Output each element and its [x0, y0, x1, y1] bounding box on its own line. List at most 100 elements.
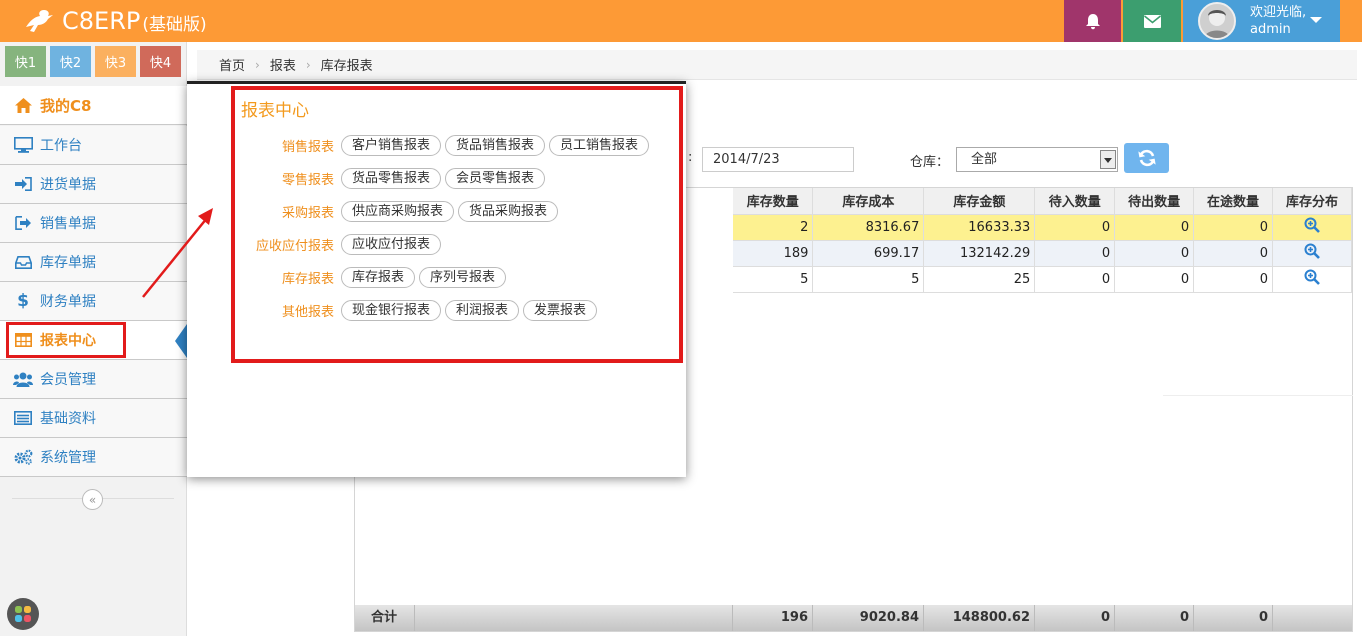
report-link[interactable]: 员工销售报表 [549, 134, 650, 156]
report-link[interactable]: 库存报表 [341, 266, 416, 288]
sidebar-item-finance-docs[interactable]: $ 财务单据 [0, 282, 187, 321]
report-link[interactable]: 客户销售报表 [341, 134, 442, 156]
brand-edition: (基础版) [142, 15, 207, 35]
brand-name: C8ERP [62, 7, 141, 35]
cell-qty: 189 [733, 240, 814, 267]
cell-amount: 132142.29 [923, 240, 1036, 267]
desktop-icon [12, 136, 34, 154]
cell-amount: 16633.33 [923, 214, 1036, 241]
report-link[interactable]: 现金银行报表 [341, 299, 442, 321]
quick-button-4[interactable]: 快4 [140, 46, 181, 77]
logo[interactable]: C8ERP (基础版) [22, 4, 207, 38]
report-link[interactable]: 利润报表 [445, 299, 520, 321]
sidebar-item-label: 进货单据 [40, 177, 96, 193]
cell-qty: 5 [733, 266, 814, 293]
table-row[interactable]: 189 699.17 132142.29 0 0 0 [733, 240, 1352, 267]
cogs-icon [12, 448, 34, 466]
zoom-in-icon[interactable] [1304, 217, 1320, 233]
sidebar-item-purchase-docs[interactable]: 进货单据 [0, 165, 187, 204]
apps-grid-icon [15, 606, 31, 622]
users-icon [12, 370, 34, 388]
report-group-sales: 销售报表 客户销售报表 货品销售报表 员工销售报表 [235, 134, 650, 156]
footer-outgoing: 0 [1115, 605, 1194, 631]
distribution-cell [1272, 266, 1352, 293]
inbox-icon [12, 253, 34, 271]
footer-qty: 196 [733, 605, 813, 631]
column-header[interactable]: 待出数量 [1114, 188, 1195, 215]
report-group-receivable: 应收应付报表 应收应付报表 [235, 233, 442, 255]
cell-qty: 2 [733, 214, 814, 241]
active-item-highlight [6, 322, 126, 358]
footer-total-label: 合计 [355, 605, 415, 631]
date-input[interactable]: 2014/7/23 [702, 147, 854, 172]
cell-incoming: 0 [1034, 214, 1116, 241]
cell-cost: 8316.67 [812, 214, 925, 241]
zoom-in-icon[interactable] [1304, 269, 1320, 285]
sidebar-item-basic-data[interactable]: 基础资料 [0, 399, 187, 438]
cell-outgoing: 0 [1114, 214, 1195, 241]
breadcrumb-home[interactable]: 首页 [219, 55, 245, 74]
grid-divider [1163, 395, 1353, 396]
sidebar-item-stock-docs[interactable]: 库存单据 [0, 243, 187, 282]
welcome-label: 欢迎光临, [1250, 5, 1307, 20]
quick-button-3[interactable]: 快3 [95, 46, 136, 77]
collapse-sidebar-button[interactable]: « [82, 489, 103, 510]
column-header[interactable]: 在途数量 [1193, 188, 1274, 215]
report-link[interactable]: 会员零售报表 [445, 167, 546, 189]
breadcrumb-current: 库存报表 [320, 59, 373, 74]
column-header[interactable]: 库存数量 [733, 188, 814, 215]
column-header[interactable]: 库存分布 [1272, 188, 1352, 215]
apps-button[interactable] [7, 598, 39, 630]
home-icon [12, 96, 34, 114]
distribution-cell [1272, 240, 1352, 267]
report-link[interactable]: 货品采购报表 [458, 200, 559, 222]
column-header[interactable]: 待入数量 [1034, 188, 1116, 215]
warehouse-label: 仓库： [910, 155, 950, 170]
report-category: 零售报表 [281, 172, 334, 188]
report-link[interactable]: 发票报表 [523, 299, 598, 321]
cell-cost: 5 [812, 266, 925, 293]
report-group-retail: 零售报表 货品零售报表 会员零售报表 [235, 167, 546, 189]
footer-amount: 148800.62 [924, 605, 1035, 631]
report-link[interactable]: 应收应付报表 [341, 233, 442, 255]
flyout-top-border [187, 81, 686, 84]
sidebar-item-workbench[interactable]: 工作台 [0, 126, 187, 165]
sidebar-item-label: 财务单据 [40, 294, 96, 310]
refresh-icon [1137, 149, 1156, 167]
sidebar-item-my-c8[interactable]: 我的C8 [0, 86, 187, 125]
column-header[interactable]: 库存成本 [812, 188, 925, 215]
report-group-purchase: 采购报表 供应商采购报表 货品采购报表 [235, 200, 559, 222]
sidebar-item-sales-docs[interactable]: 销售单据 [0, 204, 187, 243]
caret-down-icon [1310, 17, 1322, 23]
cell-in-transit: 0 [1193, 266, 1274, 293]
table-row[interactable]: 5 5 25 0 0 0 [733, 266, 1352, 293]
cell-in-transit: 0 [1193, 240, 1274, 267]
distribution-cell [1272, 214, 1352, 241]
messages-button[interactable] [1123, 0, 1181, 42]
column-header[interactable]: 库存金额 [923, 188, 1036, 215]
report-category: 应收应付报表 [255, 238, 334, 254]
breadcrumb-reports[interactable]: 报表 [270, 55, 296, 74]
quick-button-2[interactable]: 快2 [50, 46, 91, 77]
sidebar-item-members[interactable]: 会员管理 [0, 360, 187, 399]
runner-logo-icon [26, 10, 53, 32]
dropdown-arrow-icon[interactable] [1100, 150, 1116, 169]
report-category: 销售报表 [281, 139, 334, 155]
sidebar-item-system[interactable]: 系统管理 [0, 438, 187, 477]
stock-table: 库存数量 库存成本 库存金额 待入数量 待出数量 在途数量 库存分布 2 831… [733, 188, 1352, 293]
quick-button-1[interactable]: 快1 [5, 46, 46, 77]
cell-incoming: 0 [1034, 240, 1116, 267]
refresh-button[interactable] [1124, 143, 1169, 173]
zoom-in-icon[interactable] [1304, 243, 1320, 259]
notifications-button[interactable] [1064, 0, 1121, 42]
report-link[interactable]: 货品销售报表 [445, 134, 546, 156]
table-header-row: 库存数量 库存成本 库存金额 待入数量 待出数量 在途数量 库存分布 [733, 188, 1352, 215]
report-link[interactable]: 供应商采购报表 [341, 200, 455, 222]
report-link[interactable]: 序列号报表 [419, 266, 507, 288]
welcome-text: 欢迎光临, admin [1250, 4, 1306, 38]
table-row[interactable]: 2 8316.67 16633.33 0 0 0 [733, 214, 1352, 241]
envelope-icon [1143, 14, 1161, 28]
warehouse-select[interactable]: 全部 [956, 147, 1118, 172]
user-menu[interactable]: 欢迎光临, admin [1183, 0, 1340, 42]
report-link[interactable]: 货品零售报表 [341, 167, 442, 189]
